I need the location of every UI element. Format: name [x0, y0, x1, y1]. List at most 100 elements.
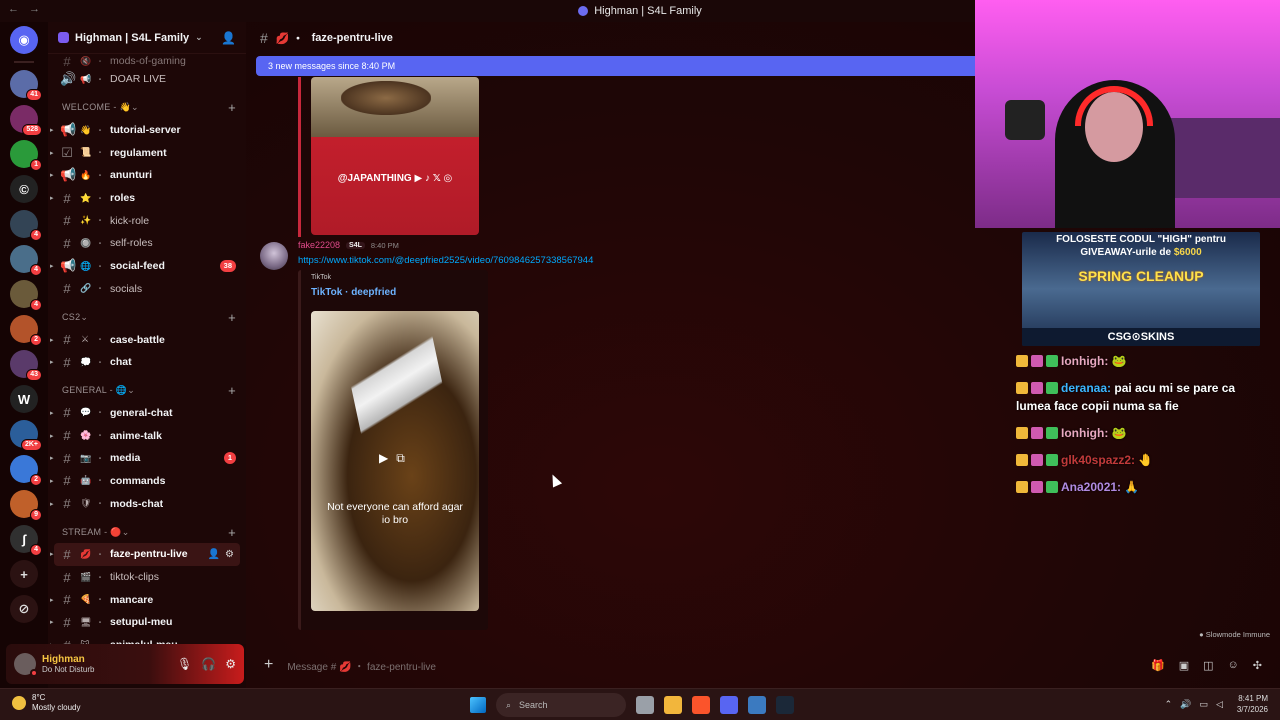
back-arrow-icon[interactable]: ←	[8, 3, 19, 15]
channel-name: socials	[110, 282, 143, 295]
user-info[interactable]: Highman Do Not Disturb	[42, 654, 94, 674]
channel-type-icon: #	[63, 428, 71, 444]
temperature: 8°C	[32, 693, 46, 702]
channel-emoji: 🌐	[80, 260, 92, 271]
volume-icon[interactable]: 🔊	[1180, 699, 1191, 710]
weather-widget[interactable]: 8°C Mostly cloudy	[12, 693, 80, 713]
channel-anime-talk[interactable]: ▸ # 🌸 ・ anime-talk	[50, 424, 240, 447]
unread-indicator-icon: ▸	[50, 432, 54, 440]
server-icon-server-8[interactable]: 2	[10, 315, 42, 346]
network-icon[interactable]: ▭	[1199, 699, 1208, 710]
category-header[interactable]: GENERAL - 🌐 ⌄ +	[54, 380, 240, 402]
add-attachment-icon[interactable]: +	[264, 656, 273, 674]
channel-general-chat[interactable]: ▸ # 💬 ・ general-chat	[50, 402, 240, 425]
server-icon-server-2[interactable]: 528	[10, 105, 42, 136]
channel-mancare[interactable]: ▸ # 🍕 ・ mancare	[50, 588, 240, 611]
channel-chat[interactable]: ▸ # 💭 ・ chat	[50, 351, 240, 374]
server-icon-server-12[interactable]: 2	[10, 455, 42, 486]
calculator-icon[interactable]	[748, 696, 766, 714]
channel-case-battle[interactable]: ▸ # ⚔ ・ case-battle	[50, 328, 240, 351]
discover-icon[interactable]: ⊘	[10, 595, 38, 623]
brave-browser-icon[interactable]	[692, 696, 710, 714]
forward-arrow-icon[interactable]: →	[29, 3, 40, 15]
message-input[interactable]: Message # 💋 ・ faze-pentru-live	[287, 658, 1137, 673]
speaker-icon[interactable]: ◁	[1216, 699, 1223, 710]
chat-message: Ionhigh: 🐸	[1016, 352, 1266, 370]
server-icon-direct-messages[interactable]: ◉	[10, 26, 38, 54]
windows-start-icon[interactable]	[470, 697, 486, 713]
emoji-icon[interactable]: ☺	[1228, 659, 1239, 672]
video-thumbnail[interactable]: ▶ ⧉ Not everyone can afford agar io bro	[311, 311, 479, 611]
headphones-icon[interactable]: 🎧	[201, 657, 216, 671]
chat-message: Ionhigh: 🐸	[1016, 424, 1266, 442]
channel-setupul-meu[interactable]: ▸ # 🖥 ・ setupul-meu	[50, 611, 240, 634]
channel-animalul-meu[interactable]: ▸#🐱・animalul-meu	[50, 634, 240, 644]
server-icon-server-10[interactable]: W	[10, 385, 38, 413]
task-view-icon[interactable]	[636, 696, 654, 714]
external-link-icon[interactable]: ⧉	[396, 451, 405, 466]
channel-self-roles[interactable]: # 🔘 ・ self-roles	[54, 232, 240, 255]
chat-message: glk40spazz2: 🤚	[1016, 451, 1266, 469]
invite-icon[interactable]: 👤	[208, 549, 220, 560]
chevron-up-icon[interactable]: ⌃	[1165, 699, 1173, 710]
guild-header[interactable]: Highman | S4L Family ⌄ 👤	[48, 22, 246, 54]
server-icon-server-3[interactable]: 1	[10, 140, 42, 171]
server-icon-server-13[interactable]: 9	[10, 490, 42, 521]
server-icon-server-11[interactable]: 2K+	[10, 420, 42, 451]
channel-anunturi[interactable]: ▸ 📢 🔥 ・ anunturi	[50, 164, 240, 187]
clock[interactable]: 8:41 PM 3/7/2026	[1237, 693, 1268, 715]
channel-media[interactable]: ▸ # 📷 ・ media 1	[50, 447, 240, 470]
author-avatar[interactable]	[260, 242, 288, 270]
gift-icon[interactable]: 🎁	[1151, 659, 1165, 672]
message-author[interactable]: fake22208	[298, 240, 340, 250]
sticker-icon[interactable]: ◫	[1203, 659, 1213, 672]
add-user-icon[interactable]: 👤	[221, 31, 236, 45]
embed-thumbnail[interactable]: @JAPANTHING ▶ ♪ 𝕏 ◎	[311, 77, 479, 235]
server-icon-server-9[interactable]: 43	[10, 350, 42, 381]
channel-kick-role[interactable]: # ✨ ・ kick-role	[54, 209, 240, 232]
server-icon-server-7[interactable]: 4	[10, 280, 42, 311]
server-icon-server-14[interactable]: ʃ4	[10, 525, 42, 556]
channel-regulament[interactable]: ▸ ☑ 📜 ・ regulament	[50, 141, 240, 164]
server-icon-server-4[interactable]: ©	[10, 175, 38, 203]
channel-commands[interactable]: ▸ # 🤖 ・ commands	[50, 470, 240, 493]
channel-mods-chat[interactable]: ▸ # 🛡 ・ mods-chat	[50, 492, 240, 515]
create-channel-icon[interactable]: +	[228, 383, 236, 398]
create-channel-icon[interactable]: +	[228, 525, 236, 540]
discord-icon[interactable]	[720, 696, 738, 714]
create-channel-icon[interactable]: +	[228, 100, 236, 115]
channel-tutorial-server[interactable]: ▸ 📢 👋 ・ tutorial-server	[50, 119, 240, 142]
channel-tiktok-clips[interactable]: # 🎬 ・ tiktok-clips	[54, 566, 240, 589]
apps-icon[interactable]: ✣	[1253, 659, 1262, 672]
channel-socials[interactable]: # 🔗 ・ socials	[54, 278, 240, 301]
gear-icon[interactable]: ⚙	[225, 657, 236, 671]
steam-icon[interactable]	[776, 696, 794, 714]
microphone-icon[interactable]: 🎙	[177, 657, 192, 671]
channel-settings-icon[interactable]: ⚙	[225, 549, 234, 560]
category-header[interactable]: WELCOME - 👋 ⌄ +	[54, 97, 240, 119]
category-header[interactable]: STREAM - 🔴 ⌄ +	[54, 521, 240, 543]
taskbar-search[interactable]: ⌕ Search	[496, 693, 626, 717]
server-icon-server-6[interactable]: 4	[10, 245, 42, 276]
channel-separator: ・	[96, 595, 104, 605]
message-link[interactable]: https://www.tiktok.com/@deepfried2525/vi…	[298, 255, 593, 266]
channel-doar-live[interactable]: 🔊 📢 ・ DOAR LIVE	[54, 68, 240, 91]
new-messages-banner[interactable]: 3 new messages since 8:40 PM	[256, 56, 975, 76]
system-tray: ⌃ 🔊 ▭ ◁ 8:41 PM 3/7/2026	[1165, 693, 1268, 715]
create-channel-icon[interactable]: +	[228, 310, 236, 325]
play-icon[interactable]: ▶	[379, 451, 388, 466]
composer-icons: 🎁 ▣ ◫ ☺ ✣	[1151, 659, 1262, 672]
avatar[interactable]	[14, 653, 38, 677]
channel-social-feed[interactable]: ▸ 📢 🌐 ・ social-feed 38	[50, 255, 240, 278]
channel-mods-of-gaming[interactable]: # 🔇 ・ mods-of-gaming	[54, 54, 240, 68]
category-header[interactable]: CS2 ⌄ +	[54, 306, 240, 328]
file-explorer-icon[interactable]	[664, 696, 682, 714]
add-server-icon[interactable]: +	[10, 560, 38, 588]
server-icon-server-5[interactable]: 4	[10, 210, 42, 241]
channel-faze-pentru-live[interactable]: ▸ # 💋 ・ faze-pentru-live 👤 ⚙	[50, 543, 240, 566]
channel-roles[interactable]: ▸ # ⭐ ・ roles	[50, 187, 240, 210]
channel-type-icon: #	[63, 54, 71, 68]
server-icon-server-1[interactable]: 41	[10, 70, 42, 101]
gif-icon[interactable]: ▣	[1179, 659, 1189, 672]
embed-title[interactable]: TikTok · deepfried	[311, 287, 396, 298]
